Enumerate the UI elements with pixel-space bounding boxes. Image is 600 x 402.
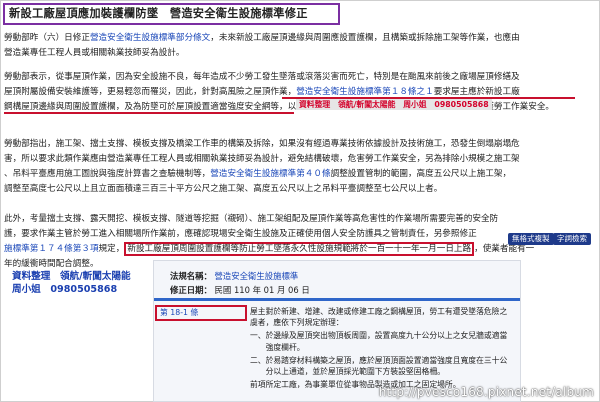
p2-line-1: 勞動部表示，從事屋頂作業，因為安全設施不良，每年造成不少勞工發生墜落或滾落災害而… — [4, 72, 520, 82]
credit-block: 資料整理 領航/斬闖太陽能 周小姐 0980505868 — [12, 270, 152, 296]
p1-line-2: 營造業專任工程人員或相關執業技師妥為設計。 — [4, 48, 185, 58]
credit-line-1: 資料整理 領航/斬闖太陽能 — [12, 271, 131, 282]
p4-article-174-link[interactable]: 施標準第１７４條第３項 — [4, 244, 99, 254]
paragraph-3: 勞動部指出，施工架、擋土支撐、模板支撐及橋梁工作車的構築及拆除，如果沒有經過專業… — [4, 137, 596, 197]
copy-unformatted-button[interactable]: 無格式複製 — [508, 233, 554, 245]
contact-stamp: 資料整理 領航/斬闖太陽能 周小姐 0980505868 — [296, 99, 492, 110]
p3-text-b: 調整設置管制的範圍，高度五公尺以上施工架， — [330, 169, 512, 179]
p1-text-a: 勞動部昨（六）日修正 — [4, 33, 90, 43]
album-watermark: http://pvesco168.pixnet.net/album — [378, 385, 594, 399]
law-item-5: 二、於易踏穿材料構築之屋頂，應於屋頂頂面設置適當強度且寬度在三十公 — [250, 355, 508, 365]
p3-article-40-link[interactable]: 營造安全衛生設施標準第４０條 — [210, 169, 330, 179]
law-divider — [154, 298, 520, 301]
law-header: 法規名稱： 營造安全衛生設施標準 修正日期： 民國 110 年 01 月 06 … — [170, 269, 310, 297]
p2-highlight-underline-2 — [4, 112, 294, 114]
law-name-label: 法規名稱： — [170, 271, 212, 281]
law-date-value: 民國 110 年 01 月 06 日 — [214, 285, 310, 295]
p3-text-a: 、吊料平臺應用施工圖說與強度計算書之查驗機制等， — [4, 169, 211, 179]
law-date-label: 修正日期： — [170, 285, 212, 295]
p4-text-b: ，使業者能有一 — [474, 244, 535, 254]
p4-boxed-sentence: 新設工廠屋頂周圍設置護欄等防止勞工墜落永久性設施規範將於一百一十一年一月一日上路 — [124, 242, 475, 256]
term-search-button[interactable]: 字詞檢索 — [553, 233, 591, 245]
law-item-6: 分以上通道，並於屋頂採光範圍下方裝設堅固格柵。 — [250, 367, 445, 377]
law-name-link[interactable]: 營造安全衛生設施標準 — [215, 271, 299, 281]
p1-text-b: ，未來新設工廠屋頂邊緣與周圍應設置護欄，且構築或拆除施工架等作業，也應由 — [210, 33, 520, 43]
p3-line-1: 勞動部指出，施工架、擋土支撐、模板支撐及橋梁工作車的構築及拆除，如果沒有經過專業… — [4, 139, 520, 149]
p1-standard-link[interactable]: 營造安全衛生設施標準部分條文 — [90, 33, 210, 43]
law-article-highlight — [155, 305, 247, 321]
p3-line-2: 害，所以要求此類作業應由營造業專任工程人員或相關執業技師妥為設計，避免結構破壞，… — [4, 154, 520, 164]
law-excerpt-card: 法規名稱： 營造安全衛生設施標準 修正日期： 民國 110 年 01 月 06 … — [153, 260, 521, 402]
p2-article-18-1-link[interactable]: 營造安全衛生設施標準第１８條之１ — [296, 87, 434, 97]
paragraph-1: 勞動部昨（六）日修正營造安全衛生設施標準部分條文，未來新設工廠屋頂邊緣與周圍應設… — [4, 31, 596, 61]
p2-text-b: 要求屋主應於新設工廠 — [433, 87, 520, 97]
p4-text-rule: 規定， — [98, 244, 125, 254]
law-article-body: 屋主對於新建、增建、改建或修建工廠之鋼構屋頂，勞工有遭受墜落危險之 虞者，應依下… — [250, 306, 518, 390]
article-title: 新設工廠屋頂應加裝護欄防墜 營造安全衛生設施標準修正 — [3, 3, 340, 25]
law-item-2: 虞者，應依下列規定辦理： — [250, 318, 344, 328]
credit-line-2: 周小姐 0980505868 — [12, 284, 118, 295]
p2-text-a: 屋頂附屬設備安裝維護等，更易輕忽而罹災，因此，針對高風險之屋頂作業， — [4, 87, 297, 97]
law-item-3: 一、於邊緣及屋頂突出物頂板周圍，設置高度九十公分以上之女兒牆或適當 — [250, 331, 508, 341]
law-item-4: 強度欄杆。 — [250, 342, 305, 352]
p4-line-1: 此外，考量擋土支撐、露天開挖、模板支撐、隧道等挖掘（襯砌）、施工架組配及屋頂作業… — [4, 214, 499, 224]
p4-text-a: 護，要求作業主管於勞工進入相關場所作業前，應確認現場安全衛生設施及正確使用個人安… — [4, 229, 477, 239]
law-item-1: 屋主對於新建、增建、改建或修建工廠之鋼構屋頂，勞工有遭受墜落危險之 — [250, 307, 508, 316]
p3-line-4: 調整至高度七公尺以上且立面面積達三百三十平方公尺之施工架、高度五公尺以上之吊料平… — [4, 184, 443, 194]
